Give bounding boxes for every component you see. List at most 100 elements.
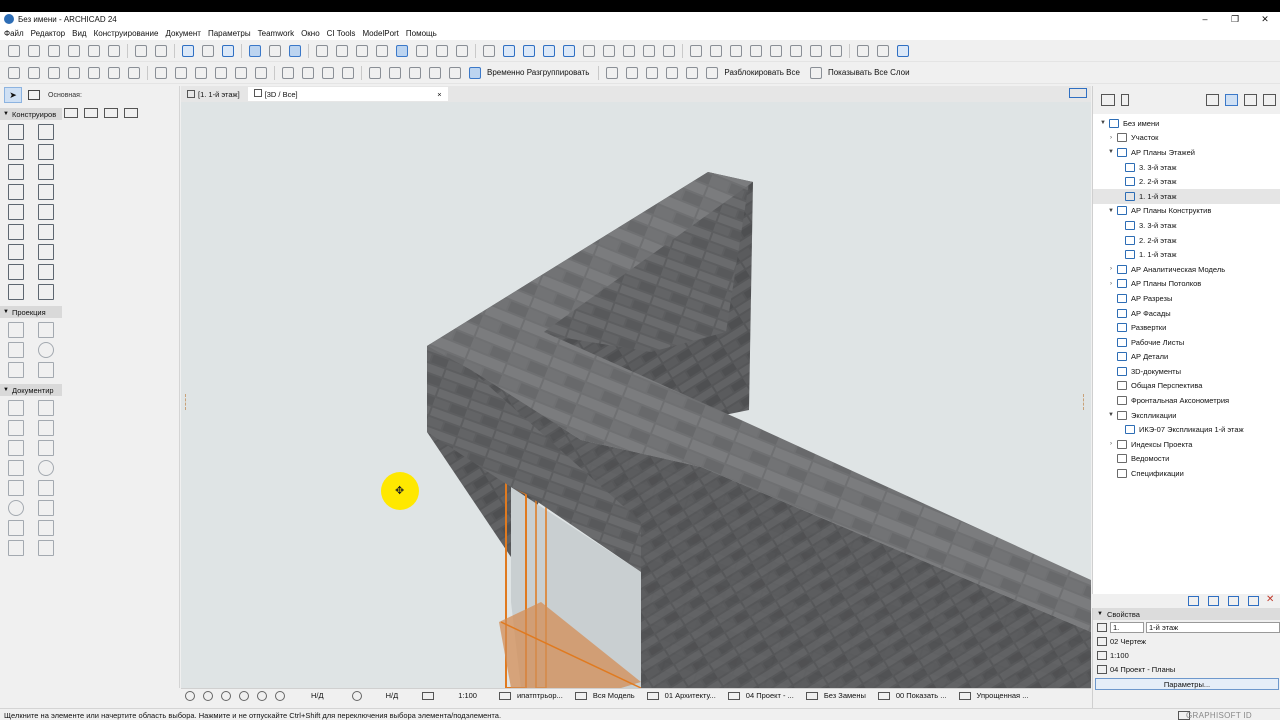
spline-tool-icon[interactable] xyxy=(8,520,24,536)
expand-toggle-icon[interactable]: › xyxy=(1107,281,1115,287)
level-dimension-tool-icon[interactable] xyxy=(38,400,54,416)
navigator-item[interactable]: 3D-документы xyxy=(1093,364,1280,379)
navigator-item[interactable]: Спецификации xyxy=(1093,466,1280,481)
navigator-item[interactable]: 2. 2-й этаж xyxy=(1093,174,1280,189)
reference-icon[interactable] xyxy=(48,66,60,79)
bring-forward-icon[interactable] xyxy=(449,66,461,79)
view-map-icon[interactable] xyxy=(1225,94,1238,106)
regroup-temporarily-button[interactable]: Временно Разгруппировать xyxy=(487,68,589,77)
menu-teamwork[interactable]: Teamwork xyxy=(258,29,294,38)
navigator-item[interactable]: ▼ Экспликации xyxy=(1093,408,1280,423)
view-settings-icon[interactable] xyxy=(84,108,98,118)
pencil-icon[interactable] xyxy=(336,44,348,57)
unlock-all-icon[interactable] xyxy=(706,66,719,79)
lock-icon[interactable] xyxy=(376,44,388,57)
lamp-tool-icon[interactable] xyxy=(8,284,24,300)
3d-viewport[interactable] xyxy=(181,102,1091,688)
menu-help[interactable]: Помощь xyxy=(406,29,437,38)
navigator-item[interactable]: 2. 2-й этаж xyxy=(1093,233,1280,248)
navigator-item[interactable]: АР Фасады xyxy=(1093,306,1280,321)
group-elements-icon[interactable] xyxy=(369,66,381,79)
scale-value[interactable]: 1:100 xyxy=(1110,651,1129,660)
new-file-icon[interactable] xyxy=(8,44,20,57)
zoom-value[interactable]: Н/Д xyxy=(311,691,324,700)
settings-button[interactable]: Параметры... xyxy=(1095,678,1279,690)
roof-icon[interactable] xyxy=(583,44,595,57)
maximize-button[interactable]: ❐ xyxy=(1220,12,1250,26)
light-tool-icon[interactable] xyxy=(38,284,54,300)
door-icon[interactable] xyxy=(603,44,615,57)
navigator-item[interactable]: ▼ Без имени xyxy=(1093,116,1280,131)
trim-icon[interactable] xyxy=(195,66,207,79)
split-icon[interactable] xyxy=(68,66,80,79)
railing-tool-icon[interactable] xyxy=(38,184,54,200)
angle-value[interactable]: Н/Д xyxy=(386,691,399,700)
tab-floor-plan[interactable]: [1. 1-й этаж] xyxy=(181,87,246,101)
menu-modelport[interactable]: ModelPort xyxy=(362,29,398,38)
radial-dimension-tool-icon[interactable] xyxy=(8,420,24,436)
navigator-item[interactable]: Рабочие Листы xyxy=(1093,335,1280,350)
stair-icon[interactable] xyxy=(643,44,655,57)
expand-toggle-icon[interactable]: › xyxy=(1107,135,1115,141)
inject-icon[interactable] xyxy=(202,44,214,57)
chevron-right-icon[interactable] xyxy=(1121,94,1129,106)
dimension-tool-icon[interactable] xyxy=(8,400,24,416)
curtain-wall-icon[interactable] xyxy=(830,44,842,57)
suspend-group-icon[interactable] xyxy=(469,66,481,79)
polyline-tool-icon[interactable] xyxy=(38,500,54,516)
trace-icon[interactable] xyxy=(356,44,368,57)
suspend-groups-icon[interactable] xyxy=(456,44,468,57)
navigator-item[interactable]: Общая Перспектива xyxy=(1093,379,1280,394)
skylight-tool-icon[interactable] xyxy=(38,224,54,240)
group-icon[interactable] xyxy=(436,44,448,57)
stair-tool-icon[interactable] xyxy=(8,184,24,200)
expand-toggle-icon[interactable]: ▼ xyxy=(1107,412,1115,418)
elevation-tool-icon[interactable] xyxy=(38,322,54,338)
section-tool-icon[interactable] xyxy=(8,322,24,338)
navigator-item[interactable]: Фронтальная Аксонометрия xyxy=(1093,393,1280,408)
navigator-item[interactable]: ▼ АР Планы Конструктив xyxy=(1093,204,1280,219)
menu-view[interactable]: Вид xyxy=(72,29,86,38)
wall-tool-icon[interactable] xyxy=(8,124,24,140)
zone-tool-icon[interactable] xyxy=(38,244,54,260)
shell-tool-icon[interactable] xyxy=(38,164,54,180)
ungroup-icon[interactable] xyxy=(389,66,401,79)
menu-options[interactable]: Параметры xyxy=(208,29,251,38)
column-tool-icon[interactable] xyxy=(38,124,54,140)
navigator-item[interactable]: 3. 3-й этаж xyxy=(1093,160,1280,175)
angle-dimension-tool-icon[interactable] xyxy=(38,420,54,436)
roof-tool-icon[interactable] xyxy=(8,164,24,180)
navigator-item[interactable]: › АР Аналитическая Модель xyxy=(1093,262,1280,277)
navigator-item[interactable]: Развертки xyxy=(1093,320,1280,335)
model-view-icon[interactable] xyxy=(396,44,408,57)
navigator-item[interactable]: 1. 1-й этаж xyxy=(1093,247,1280,262)
redo-view-icon[interactable] xyxy=(203,690,213,701)
zoom-out-icon[interactable] xyxy=(239,690,249,701)
spot-tool-icon[interactable] xyxy=(8,460,24,476)
unlock-small-icon[interactable] xyxy=(686,66,699,79)
send-back-icon[interactable] xyxy=(646,66,659,79)
door-tool-icon[interactable] xyxy=(38,204,54,220)
interior-elevation-tool-icon[interactable] xyxy=(8,342,24,358)
mirror-icon[interactable] xyxy=(255,66,267,79)
unlock-elements-icon[interactable] xyxy=(429,66,441,79)
menu-file[interactable]: Файл xyxy=(4,29,24,38)
menu-edit[interactable]: Редактор xyxy=(31,29,65,38)
unlock-all-button[interactable]: Разблокировать Все xyxy=(724,68,800,77)
zone-icon[interactable] xyxy=(710,44,722,57)
label-tool-icon[interactable] xyxy=(38,440,54,456)
adjust-icon[interactable] xyxy=(88,66,100,79)
object-icon[interactable] xyxy=(750,44,762,57)
window-icon[interactable] xyxy=(623,44,635,57)
expand-toggle-icon[interactable]: ▼ xyxy=(1099,120,1107,126)
navigator-item[interactable]: › Индексы Проекта xyxy=(1093,437,1280,452)
minimize-button[interactable]: – xyxy=(1190,12,1220,26)
layout-icon[interactable] xyxy=(897,44,909,57)
expand-toggle-icon[interactable]: › xyxy=(1107,441,1115,447)
navigator-item[interactable]: › Участок xyxy=(1093,131,1280,146)
detail-tool-icon[interactable] xyxy=(8,362,24,378)
marquee-check-icon[interactable] xyxy=(483,44,495,57)
lamp-icon[interactable] xyxy=(770,44,782,57)
snap-points-icon[interactable] xyxy=(289,44,301,57)
guide-lines-icon[interactable] xyxy=(249,44,261,57)
